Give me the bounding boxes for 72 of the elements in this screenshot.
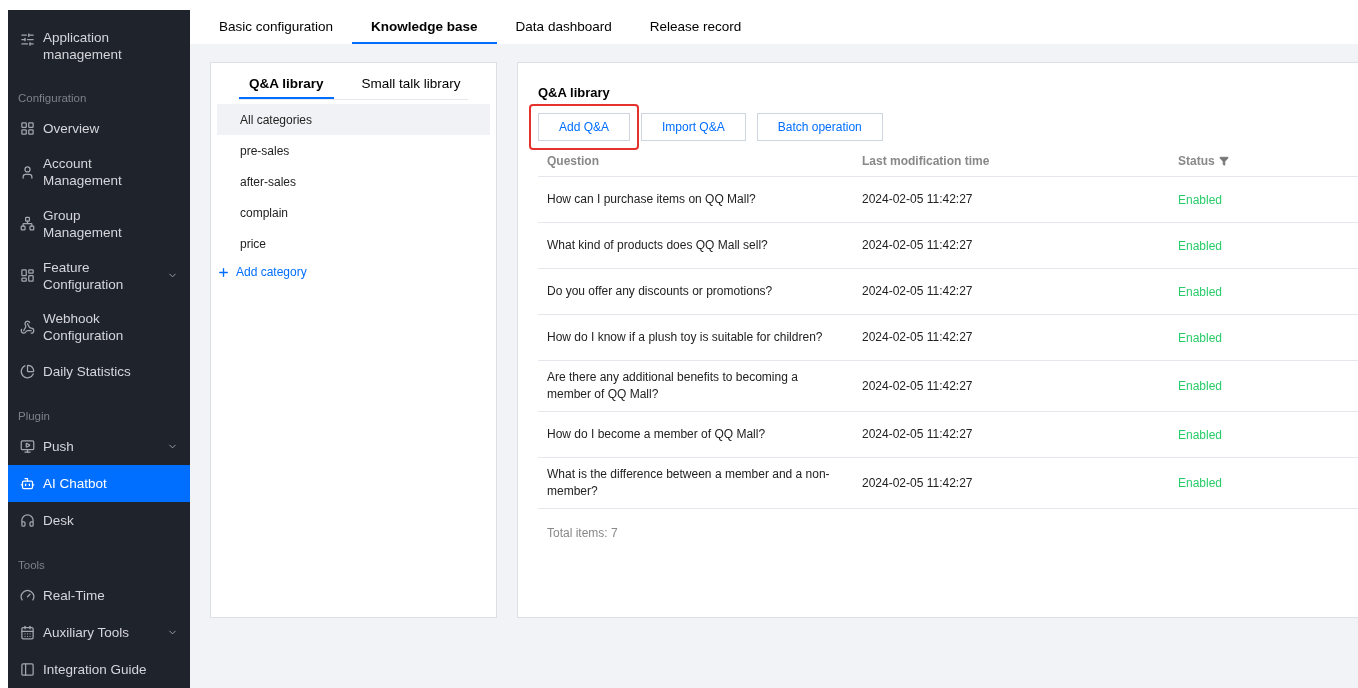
status-cell-text: Enabled [1177,427,1224,442]
toolbar-button[interactable]: Batch operation [756,113,883,141]
time-cell-text: 2024-02-05 11:42:27 [861,426,974,443]
status-cell-text: Enabled [1177,379,1224,393]
category-item[interactable]: complain [217,197,490,228]
column-header: Last modification time [862,153,990,168]
category-item[interactable]: after-sales [217,166,490,197]
sidebar-section-label: Plugin [17,408,51,424]
question-cell-text: How can I purchase items on QQ Mall? [546,191,757,208]
tab[interactable]: Data dashboard [496,10,631,44]
question-cell-text: How do I know if a plush toy is suitable for children? [546,329,824,346]
status-cell-text: Enabled [1177,238,1224,253]
time-cell-text: 2024-02-05 11:42:27 [861,237,974,254]
category-item[interactable]: price [217,228,490,259]
question-cell-text: Are there any additional benefits to becoming a member of QQ Mall? [546,369,799,403]
sidebar-item[interactable]: Integration Guide [8,650,190,688]
library-tab[interactable]: Q&A library [239,69,334,99]
sidebar-item[interactable]: Application management [8,10,190,72]
question-cell-text: Do you offer any discounts or promotions? [546,283,774,300]
sidebar-item[interactable]: Auxiliary Tools [8,613,190,651]
time-cell-text: 2024-02-05 11:42:27 [861,377,974,395]
headset-icon [20,512,35,528]
toolbar-button[interactable]: Add Q&A [538,113,631,141]
hierarchy-icon [20,216,35,232]
column-header: Status [1178,153,1215,168]
webhook-icon [20,319,35,335]
sidebar-item[interactable]: Daily Statistics [8,352,190,390]
dashboard-icon [20,268,35,284]
toolbar-button[interactable]: Import Q&A [641,113,746,141]
sidebar-item[interactable]: Feature Configuration [8,249,190,302]
grid-icon [20,120,35,136]
sidebar-item[interactable]: AI Chatbot [8,464,190,502]
time-cell-text: 2024-02-05 11:42:27 [861,329,974,346]
user-icon [20,164,35,180]
sidebar-item[interactable]: Account Management [8,146,190,199]
calendar-icon [20,624,35,640]
status-cell-text: Enabled [1177,284,1224,299]
pie-chart-icon [20,363,35,379]
category-item[interactable]: All categories [217,104,490,135]
total-count: Total items: 7 [546,525,619,540]
time-cell-text: 2024-02-05 11:42:27 [861,283,974,300]
time-cell-text: 2024-02-05 11:42:27 [861,191,974,208]
sidebar-item[interactable]: Push [8,427,190,465]
panel-title: Q&A library [538,85,611,100]
tab[interactable]: Knowledge base [352,10,497,44]
sliders-icon [20,32,35,47]
question-cell-text: How do I become a member of QQ Mall? [546,426,767,443]
column-header: Question [547,153,599,168]
robot-icon [20,475,35,491]
question-cell-text: What kind of products does QQ Mall sell? [546,237,769,254]
status-cell-text: Enabled [1177,330,1224,345]
question-cell-text: What is the difference between a member and a non-member? [546,466,831,500]
library-tab[interactable]: Small talk library [351,69,471,99]
panel-icon [20,661,35,677]
time-cell-text: 2024-02-05 11:42:27 [861,474,974,492]
sidebar-item[interactable]: Real-Time [8,576,190,614]
filter-icon[interactable] [1218,155,1229,166]
plus-icon [217,265,230,279]
sidebar-item[interactable]: Webhook Configuration [8,301,190,353]
sidebar-section-label: Tools [17,557,46,573]
sidebar-item[interactable]: Overview [8,109,190,147]
tab[interactable]: Release record [630,10,761,44]
gauge-icon [20,587,35,603]
sidebar-item[interactable]: Desk [8,501,190,539]
status-cell-text: Enabled [1177,192,1224,207]
screen-icon [20,438,35,454]
tab[interactable]: Basic configuration [200,10,353,44]
category-item[interactable]: pre-sales [217,135,490,166]
sidebar-item[interactable]: Group Management [8,198,190,250]
add-category-link[interactable]: Add category [217,259,490,279]
sidebar-section-label: Configuration [17,90,88,106]
status-cell-text: Enabled [1177,476,1224,490]
